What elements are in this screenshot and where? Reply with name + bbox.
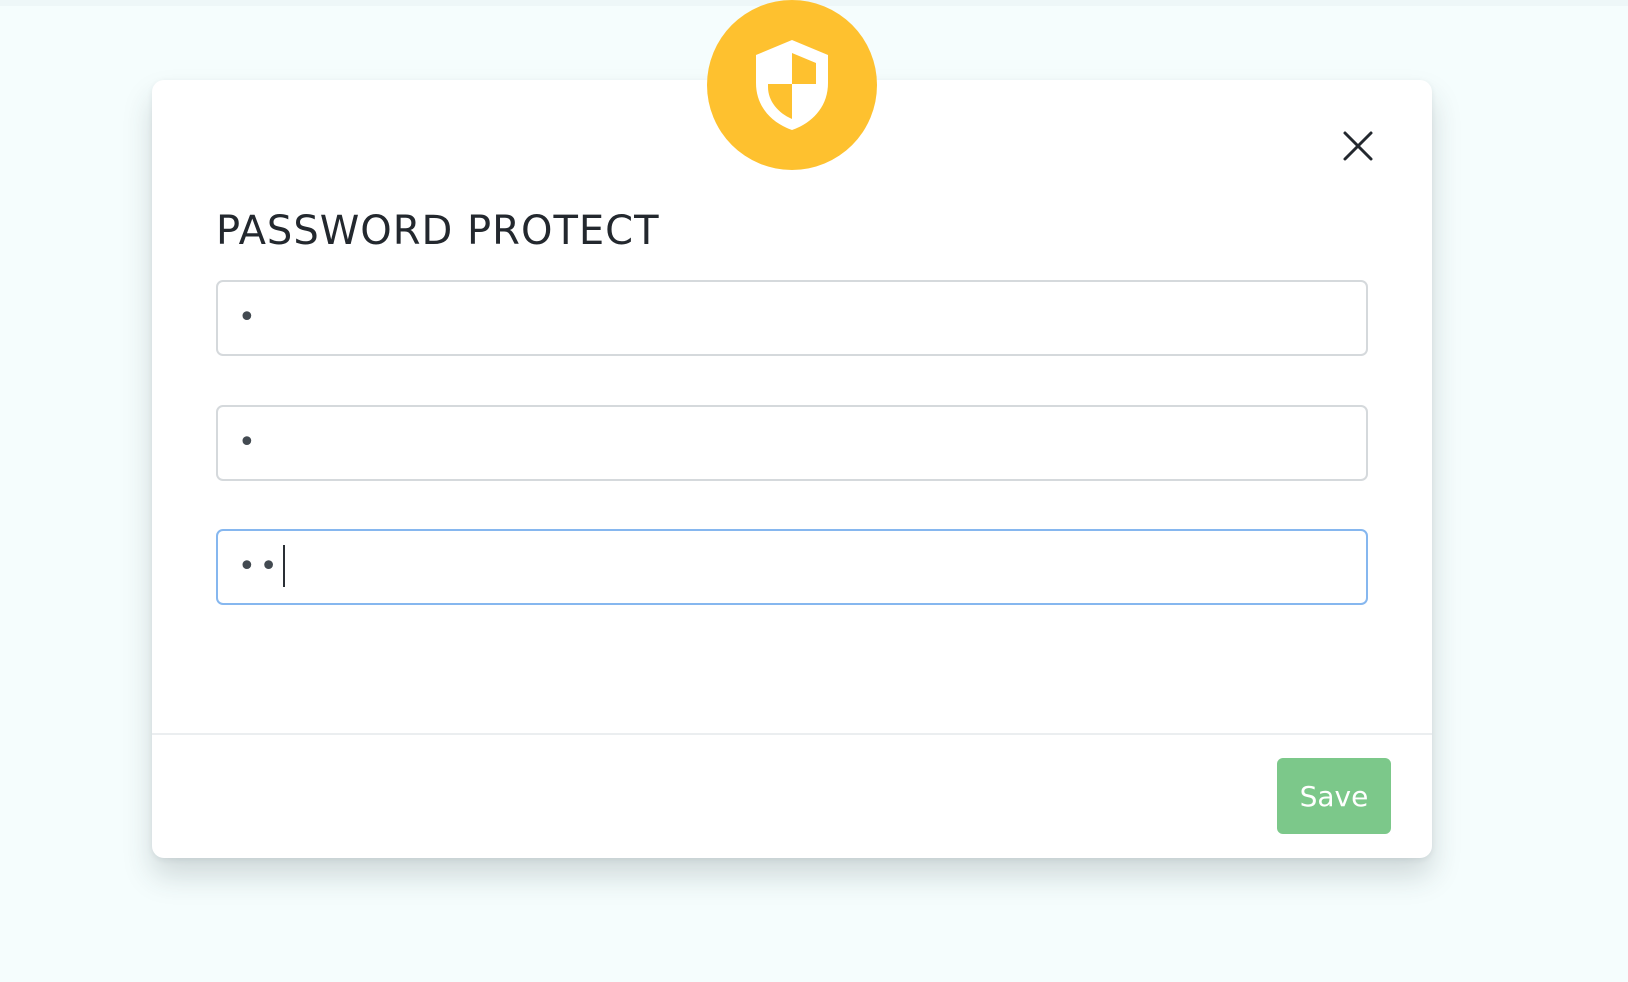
password-protect-dialog: PASSWORD PROTECT • • •• Save (152, 0, 1432, 858)
save-button[interactable]: Save (1277, 758, 1391, 834)
third-password-value: •• (238, 531, 286, 603)
shield-badge (707, 0, 877, 170)
shield-icon (752, 37, 832, 133)
password-value: • (238, 300, 260, 335)
third-password-dots: •• (238, 549, 282, 584)
text-cursor (283, 544, 286, 587)
close-icon (1342, 130, 1374, 166)
confirm-password-field[interactable]: • (216, 405, 1368, 481)
confirm-password-value: • (238, 425, 260, 460)
dialog-title: PASSWORD PROTECT (216, 208, 660, 254)
third-password-field[interactable]: •• (216, 529, 1368, 605)
close-button[interactable] (1338, 128, 1378, 168)
password-field[interactable]: • (216, 280, 1368, 356)
footer-divider (152, 733, 1432, 735)
